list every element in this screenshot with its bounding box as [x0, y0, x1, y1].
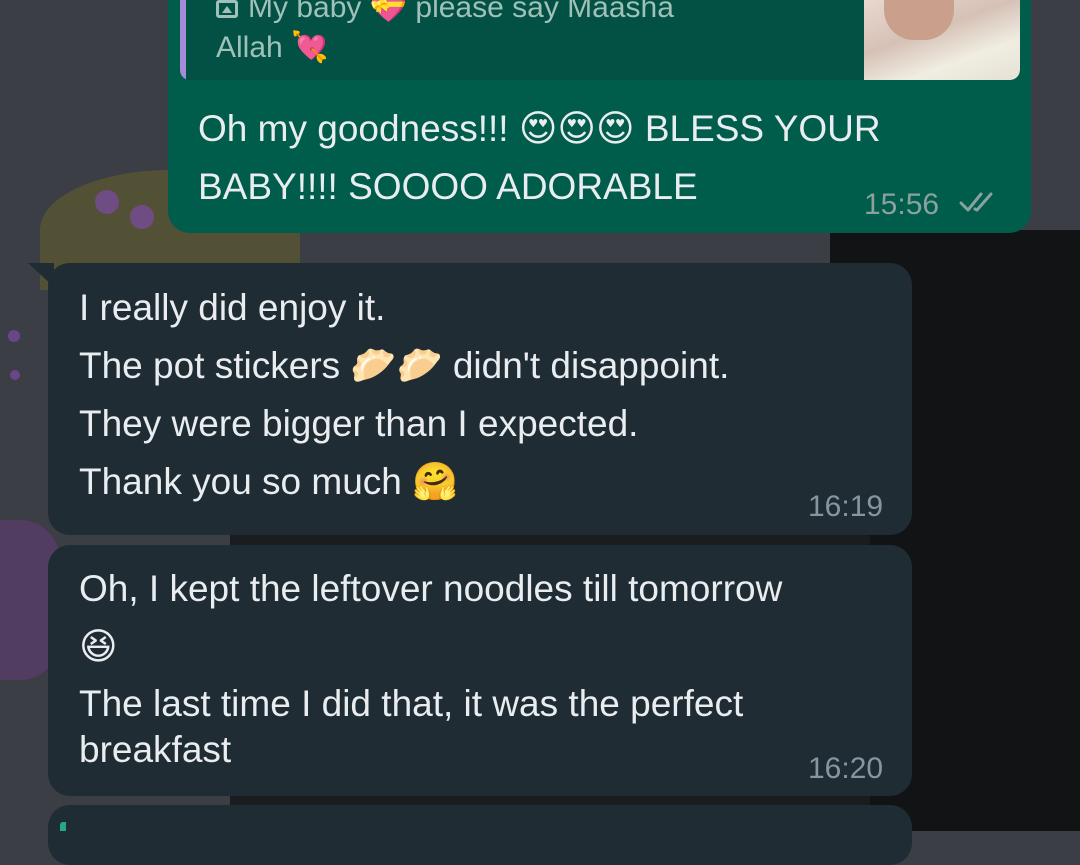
received-message-time: 16:20: [808, 752, 884, 785]
sent-message-time: 15:56: [864, 188, 940, 221]
received-message-line: 😆: [79, 626, 118, 667]
thumbnail-baby-image: [884, 0, 954, 40]
wallpaper-flower: [95, 190, 119, 214]
quoted-message-text-line2: Allah 💘: [216, 31, 329, 64]
received-message-line: The pot stickers 🥟🥟 didn't disappoint.: [79, 345, 730, 386]
received-message-time: 16:19: [808, 490, 884, 523]
received-message-line: breakfast: [79, 729, 232, 770]
quoted-photo-thumbnail[interactable]: [864, 0, 1020, 80]
wallpaper-flower: [8, 330, 20, 342]
quoted-message-text: My baby 💝 please say Maasha: [248, 0, 674, 24]
received-message-line: They were bigger than I expected.: [79, 403, 639, 444]
sent-message-line-2: BABY!!!! SOOOO ADORABLE: [198, 166, 698, 207]
received-message-line: Thank you so much 🤗: [79, 461, 459, 502]
double-check-icon: [959, 189, 1003, 223]
received-message-line: I really did enjoy it.: [79, 287, 386, 328]
sent-message-line-1: Oh my goodness!!! 😍😍😍 BLESS YOUR: [198, 108, 881, 149]
wallpaper-flower: [130, 205, 154, 229]
sent-message-meta: 15:56: [864, 188, 1003, 223]
photo-icon: [216, 0, 238, 19]
next-message-accent: [60, 822, 66, 831]
received-message-line: Oh, I kept the leftover noodles till tom…: [79, 568, 783, 609]
wallpaper-flower: [10, 370, 20, 380]
quote-accent-bar: [180, 0, 186, 80]
quoted-message[interactable]: My baby 💝 please say Maasha Allah 💘: [180, 0, 1020, 80]
next-message-bubble-partial[interactable]: [48, 805, 912, 865]
